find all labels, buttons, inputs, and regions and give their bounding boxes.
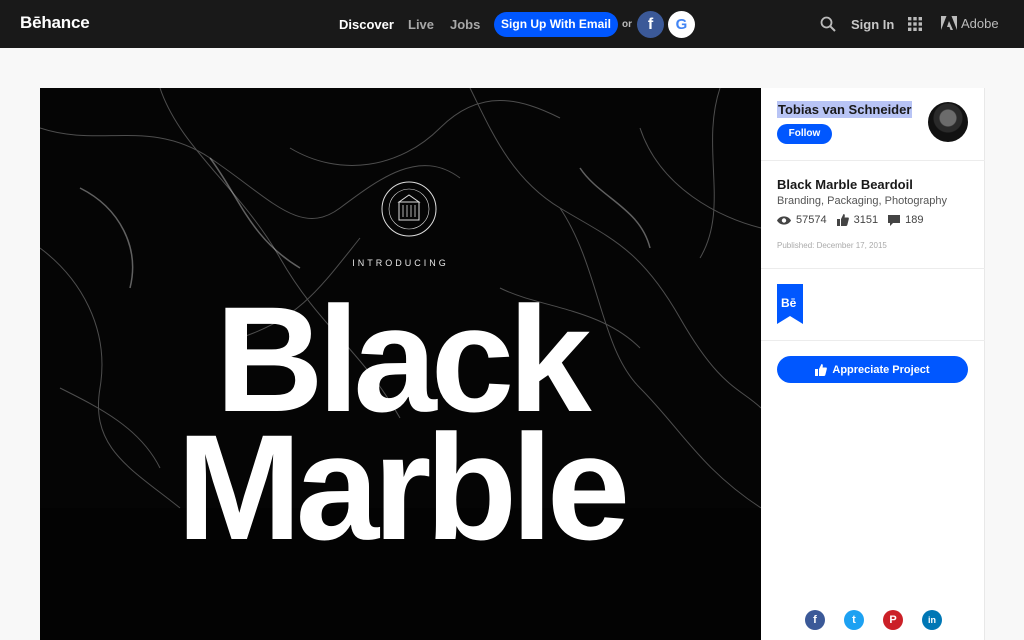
owner-name-link[interactable]: Tobias van Schneider [777,101,913,118]
project-stats: 57574 3151 189 [777,214,933,226]
project-fields[interactable]: Branding, Packaging, Photography [777,195,947,207]
adobe-link[interactable]: Adobe [941,16,999,31]
behance-logo[interactable]: Bēhance [20,13,90,33]
eye-icon [777,215,791,225]
divider [761,268,985,269]
comment-icon [888,214,901,226]
comments-count: 189 [905,214,924,226]
adobe-icon [941,16,957,30]
nav-jobs[interactable]: Jobs [450,17,480,32]
project-title: Black Marble Beardoil [777,177,913,192]
badge-text: Bē [781,296,797,310]
adobe-label: Adobe [961,16,999,31]
search-icon[interactable] [820,16,836,32]
appreciate-label: Appreciate Project [832,363,930,376]
thumbs-up-icon [836,214,849,226]
apps-grid-icon[interactable] [908,17,922,31]
nav-live[interactable]: Live [408,17,434,32]
share-twitter-icon[interactable]: t [844,610,864,630]
or-label: or [622,19,632,30]
project-artwork: INTRODUCING Black Marble [40,88,761,640]
owner-avatar[interactable] [928,102,968,142]
appreciate-project-button[interactable]: Appreciate Project [777,356,968,383]
appreciations-count: 3151 [853,214,879,226]
project-info-sidebar: Tobias van Schneider Follow Black Marble… [761,88,985,640]
sign-in-link[interactable]: Sign In [851,17,894,32]
share-facebook-icon[interactable]: f [805,610,825,630]
thumbs-up-icon [815,363,828,376]
views-count: 57574 [796,214,827,226]
follow-button[interactable]: Follow [777,124,832,144]
introducing-text: INTRODUCING [352,258,449,268]
google-signup-button[interactable]: G [668,11,695,38]
behance-gallery-badge[interactable]: Bē [777,284,803,324]
house-crest-emblem [381,181,437,237]
share-pinterest-icon[interactable]: P [883,610,903,630]
published-date: Published: December 17, 2015 [777,241,887,250]
share-linkedin-icon[interactable]: in [922,610,942,630]
artwork-title-line-2: Marble [176,403,630,571]
facebook-signup-button[interactable]: f [637,11,664,38]
sign-up-with-email-button[interactable]: Sign Up With Email [494,12,618,37]
top-navigation-bar: Bēhance Discover Live Jobs Sign Up With … [0,0,1024,48]
divider [761,160,985,161]
nav-discover[interactable]: Discover [339,17,394,32]
divider [761,340,985,341]
